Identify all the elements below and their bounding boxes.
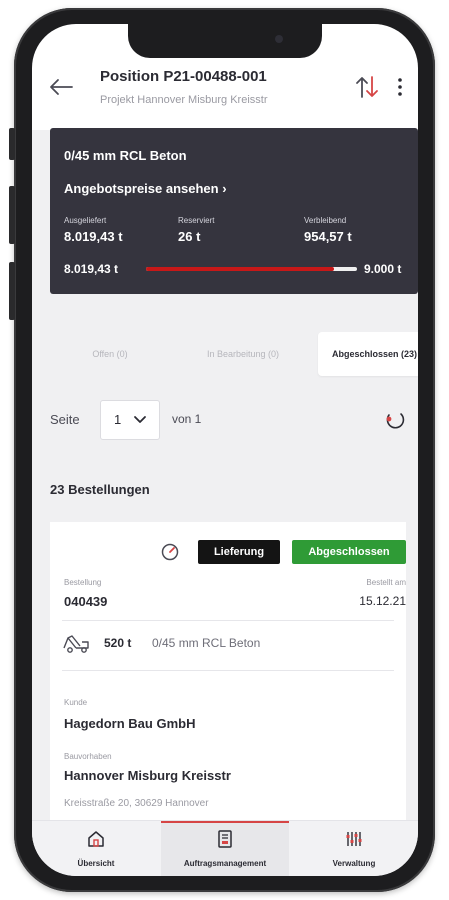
delivered-label: Ausgeliefert (64, 216, 107, 225)
dump-truck-icon (63, 635, 89, 653)
nav-label-order-management: Auftragsmanagement (183, 859, 267, 868)
order-number-label: Bestellung (64, 578, 102, 587)
remaining-label: Verbleibend (304, 216, 347, 225)
speedometer-icon (161, 543, 179, 561)
tab-completed-label: Abgeschlossen (23) (332, 349, 418, 359)
nav-item-overview[interactable]: Übersicht (32, 821, 160, 876)
front-camera (275, 35, 283, 43)
nav-item-administration[interactable]: Verwaltung (290, 821, 418, 876)
reserved-value: 26 t (178, 229, 201, 244)
delivered-value: 8.019,43 t (64, 229, 123, 244)
page-title: Position P21-00488-001 (100, 68, 267, 85)
page-label: Seite (50, 412, 80, 427)
order-quantity: 520 t (104, 636, 132, 650)
offer-prices-link[interactable]: Angebotspreise ansehen › (64, 181, 227, 196)
tab-completed[interactable]: Abgeschlossen (23) (318, 332, 418, 376)
order-card[interactable]: Lieferung Abgeschlossen Bestellung 04043… (50, 522, 406, 820)
volume-up-button (9, 186, 15, 244)
material-name: 0/45 mm RCL Beton (64, 148, 187, 163)
orders-count: 23 Bestellungen (50, 482, 150, 497)
page-select-value: 1 (114, 412, 122, 427)
page-subtitle: Projekt Hannover Misburg Kreisstr (100, 94, 268, 106)
notch (128, 24, 322, 58)
nav-item-order-management[interactable]: Auftragsmanagement (161, 821, 289, 876)
tab-open[interactable]: Offen (0) (50, 332, 170, 376)
progress-bar-fill (146, 267, 334, 271)
ordered-date: 15.12.21 (359, 594, 406, 608)
bottom-navigation: Übersicht Auftragsmanagement Verwaltung (32, 820, 418, 876)
volume-down-button (9, 262, 15, 320)
ordered-date-label: Bestellt am (366, 578, 406, 587)
customer-label: Kunde (64, 698, 88, 707)
sort-icon[interactable] (354, 72, 380, 102)
refresh-icon[interactable] (384, 406, 406, 430)
mute-switch (9, 128, 15, 160)
order-number: 040439 (64, 594, 108, 609)
reserved-label: Reserviert (178, 216, 215, 225)
project-address: Kreisstraße 20, 30629 Hannover (64, 798, 209, 809)
page-count: von 1 (172, 412, 202, 426)
nav-label-overview: Übersicht (77, 859, 115, 868)
delivery-type-badge: Lieferung (198, 540, 280, 564)
phone-screen: Position P21-00488-001 Projekt Hannover … (32, 24, 418, 876)
home-icon (88, 831, 104, 847)
back-arrow-icon[interactable] (46, 72, 76, 102)
sliders-icon (346, 832, 362, 846)
customer-name: Hagedorn Bau GmbH (64, 716, 196, 731)
status-badge: Abgeschlossen (292, 540, 406, 564)
project-name: Hannover Misburg Kreisstr (64, 768, 231, 783)
progress-bar-track (146, 267, 357, 271)
progress-start-value: 8.019,43 t (64, 262, 119, 276)
app-header: Position P21-00488-001 Projekt Hannover … (32, 58, 418, 130)
divider (62, 620, 394, 621)
more-vertical-icon[interactable] (394, 72, 406, 102)
order-material: 0/45 mm RCL Beton (152, 636, 261, 650)
page-select[interactable]: 1 (100, 400, 160, 440)
divider (62, 670, 394, 671)
remaining-value: 954,57 t (304, 229, 352, 244)
document-icon (218, 830, 232, 848)
position-summary-card: 0/45 mm RCL Beton Angebotspreise ansehen… (50, 128, 418, 294)
progress-total-value: 9.000 t (364, 262, 402, 276)
chevron-down-icon (134, 416, 146, 423)
project-label: Bauvorhaben (64, 752, 112, 761)
nav-label-administration: Verwaltung (332, 859, 376, 868)
tab-in-progress[interactable]: In Bearbeitung (0) (174, 332, 312, 376)
